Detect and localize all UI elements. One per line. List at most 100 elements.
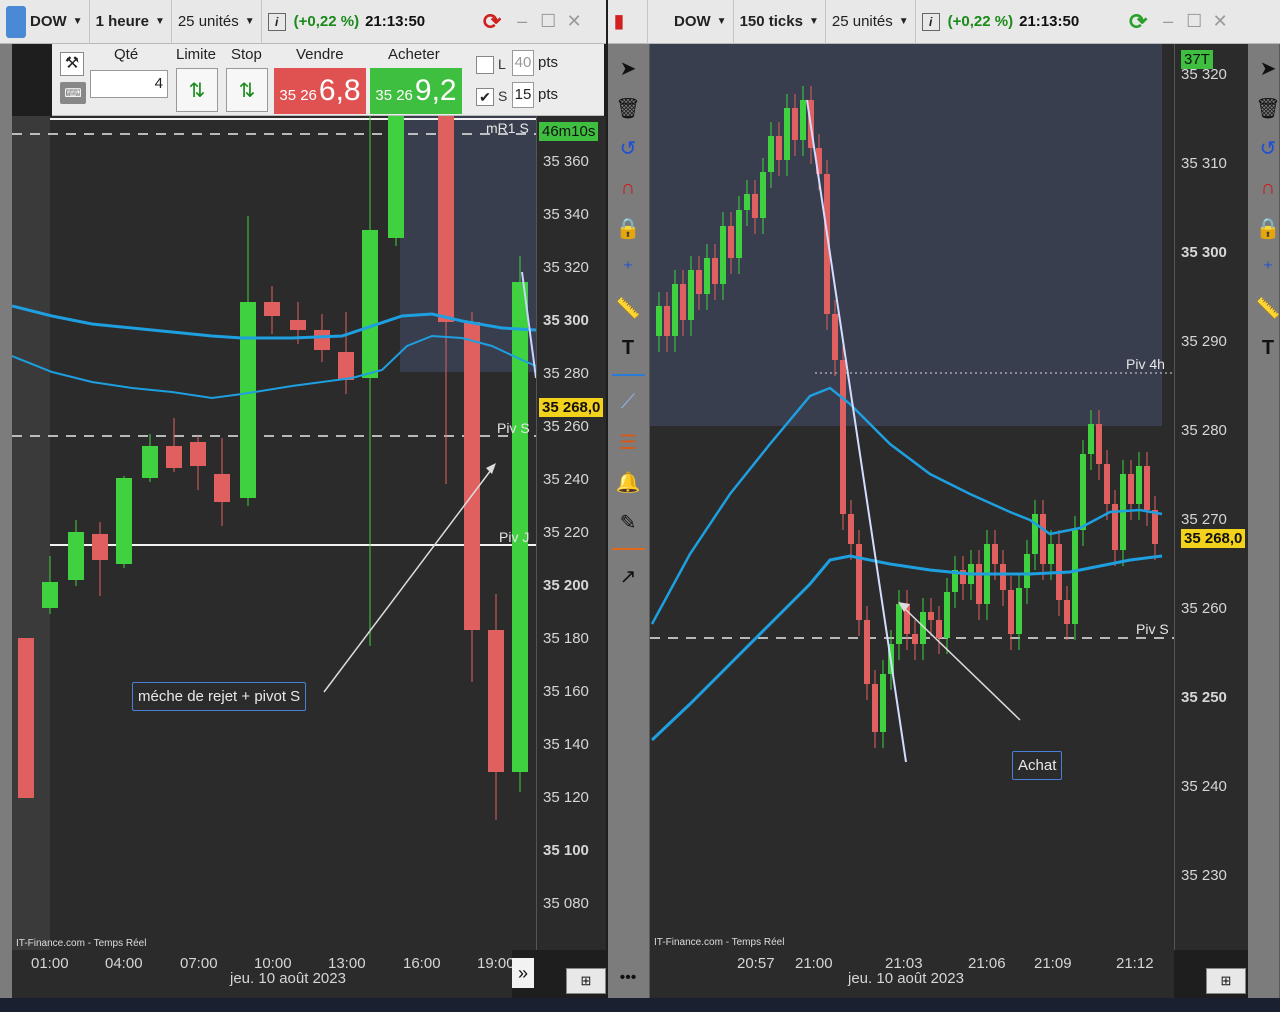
stop-checkbox[interactable]: ✔ <box>476 88 494 106</box>
close-icon[interactable]: ✕ <box>563 11 585 33</box>
right-candle <box>832 314 838 360</box>
minimize-icon[interactable]: – <box>1157 11 1179 33</box>
maximize-icon[interactable]: ☐ <box>537 11 559 33</box>
qty-input[interactable]: 4 <box>90 70 168 98</box>
right-candle <box>896 604 902 644</box>
ruler-icon[interactable]: 📏 <box>1248 288 1279 328</box>
trash-icon[interactable]: 🗑 <box>608 88 648 128</box>
right-candle <box>1072 530 1078 624</box>
right-quote-info[interactable]: i (+0,22 %) 21:13:50 <box>916 0 1086 44</box>
left-time-tick: 01:00 <box>31 955 69 972</box>
right-candle <box>1024 554 1030 588</box>
left-time-axis[interactable]: 01:00 04:00 07:00 10:00 13:00 16:00 19:00 jeu.… <box>12 950 515 998</box>
right-price-tick: 35 290 <box>1181 333 1227 350</box>
cursor-icon[interactable]: ➤ <box>608 48 648 88</box>
buy-button[interactable]: 35 26 9,2 <box>370 68 462 114</box>
left-time: 21:13:50 <box>365 13 426 30</box>
left-scroll-right-button[interactable]: » <box>512 958 534 988</box>
right-candle <box>864 620 870 684</box>
left-candle <box>68 532 84 580</box>
left-candle <box>166 446 182 468</box>
alert-bell-icon[interactable]: 🔔 <box>608 462 648 502</box>
qty-label: Qté <box>114 46 139 63</box>
left-price-tick: 35 300 <box>543 312 589 329</box>
right-units-select[interactable]: 25 unités ▼ <box>826 0 916 44</box>
s-pts-input[interactable]: 15 <box>512 82 534 108</box>
left-price-tick: 35 360 <box>543 153 589 170</box>
close-icon[interactable]: ✕ <box>1209 11 1231 33</box>
limit-order-button[interactable]: ⇅ <box>176 68 218 112</box>
right-candle <box>696 270 702 294</box>
add-point-icon[interactable]: ⁺ <box>608 248 648 288</box>
l-pts-input[interactable]: 40 <box>512 50 534 76</box>
left-price-tick: 35 140 <box>543 736 589 753</box>
right-layout-button[interactable]: ⊞ <box>1206 968 1246 994</box>
ruler-icon[interactable]: 📏 <box>608 288 648 328</box>
left-annotation-box[interactable]: méche de rejet + pivot S <box>132 682 307 711</box>
text-icon[interactable]: T <box>1248 328 1279 368</box>
right-period-select[interactable]: 150 ticks ▼ <box>734 0 826 44</box>
lock-icon[interactable]: 🔒 <box>1248 208 1279 248</box>
right-app-icon-cell: ▮ <box>608 0 648 44</box>
add-point-icon[interactable]: ⁺ <box>1248 248 1279 288</box>
trash-icon[interactable]: 🗑 <box>1248 88 1279 128</box>
magnet-icon[interactable]: ∩ <box>1248 168 1279 208</box>
arrow-tool-icon[interactable]: ↗ <box>608 556 648 596</box>
left-units-select[interactable]: 25 unités ▼ <box>172 0 262 44</box>
left-period-select[interactable]: 1 heure ▼ <box>90 0 172 44</box>
sell-button[interactable]: 35 26 6,8 <box>274 68 366 114</box>
cursor-icon[interactable]: ➤ <box>1248 48 1279 88</box>
right-price-tick: 35 270 <box>1181 511 1227 528</box>
wrench-icon[interactable]: ⚒ <box>60 52 84 76</box>
right-candle <box>1104 464 1110 504</box>
right-price-tick: 35 230 <box>1181 867 1227 884</box>
left-price-axis[interactable]: 35 360 35 340 35 320 35 300 35 280 35 260 35 2… <box>536 116 606 950</box>
refresh-icon[interactable]: ⟳ <box>1121 7 1155 37</box>
left-price-tick: 35 160 <box>543 683 589 700</box>
limit-checkbox[interactable] <box>476 56 494 74</box>
right-price-axis[interactable]: 35 320 35 310 35 300 35 290 35 280 35 270 35 2… <box>1174 44 1248 950</box>
left-time-tick: 07:00 <box>180 955 218 972</box>
maximize-icon[interactable]: ☐ <box>1183 11 1205 33</box>
left-price-tick: 35 320 <box>543 259 589 276</box>
right-candle <box>760 172 766 218</box>
stop-order-button[interactable]: ⇅ <box>226 68 268 112</box>
left-price-tick: 35 240 <box>543 471 589 488</box>
line-tool-icon[interactable]: ⟋ <box>608 382 648 422</box>
right-candle <box>1064 600 1070 624</box>
left-quote-info[interactable]: i (+0,22 %) 21:13:50 <box>262 0 432 44</box>
lock-icon[interactable]: 🔒 <box>608 208 648 248</box>
undo-cursor-icon[interactable]: ↺ <box>608 128 648 168</box>
right-candle <box>928 612 934 620</box>
undo-cursor-icon[interactable]: ↺ <box>1248 128 1279 168</box>
refresh-icon[interactable]: ⟳ <box>475 7 509 37</box>
right-chart[interactable]: Piv 4h Piv S Achat IT-Finance.com - Temp… <box>650 44 1174 950</box>
right-drawing-toolbar: ➤ 🗑 ↺ ∩ 🔒 ⁺ 📏 T ⟋ ☰ 🔔 ✎ ↗ ••• <box>608 44 650 998</box>
fibonacci-icon[interactable]: ☰ <box>608 422 648 462</box>
info-icon[interactable]: i <box>921 12 940 31</box>
right-candle <box>776 136 782 160</box>
right-candle <box>1000 564 1006 590</box>
right-candle <box>1128 474 1134 504</box>
stop-order-icon: ⇅ <box>238 79 256 102</box>
left-date-label: jeu. 10 août 2023 <box>230 970 346 987</box>
right-candle <box>1136 466 1142 504</box>
right-annotation-box[interactable]: Achat <box>1012 751 1063 780</box>
right-candle <box>752 194 758 218</box>
more-tools-icon[interactable]: ••• <box>608 958 648 998</box>
magnet-icon[interactable]: ∩ <box>608 168 648 208</box>
left-layout-button[interactable]: ⊞ <box>566 968 606 994</box>
left-chart[interactable]: mR1 S Piv S Piv J méche de rejet + pivot… <box>12 116 536 950</box>
pencil-icon[interactable]: ✎ <box>608 502 648 542</box>
keyboard-icon[interactable]: ⌨ <box>60 82 86 104</box>
chevron-down-icon: ▼ <box>716 16 727 27</box>
left-candle <box>264 302 280 316</box>
right-price-tick: 35 260 <box>1181 600 1227 617</box>
info-icon[interactable]: i <box>267 12 286 31</box>
right-price-tick: 35 300 <box>1181 244 1227 261</box>
minimize-icon[interactable]: – <box>511 11 533 33</box>
right-chart-svg <box>650 44 1174 763</box>
right-symbol-select[interactable]: DOW ▼ <box>648 0 734 44</box>
right-time-axis[interactable]: 20:57 21:00 21:03 21:06 21:09 21:12 jeu. 10 a… <box>650 950 1174 998</box>
text-icon[interactable]: T <box>608 328 648 368</box>
